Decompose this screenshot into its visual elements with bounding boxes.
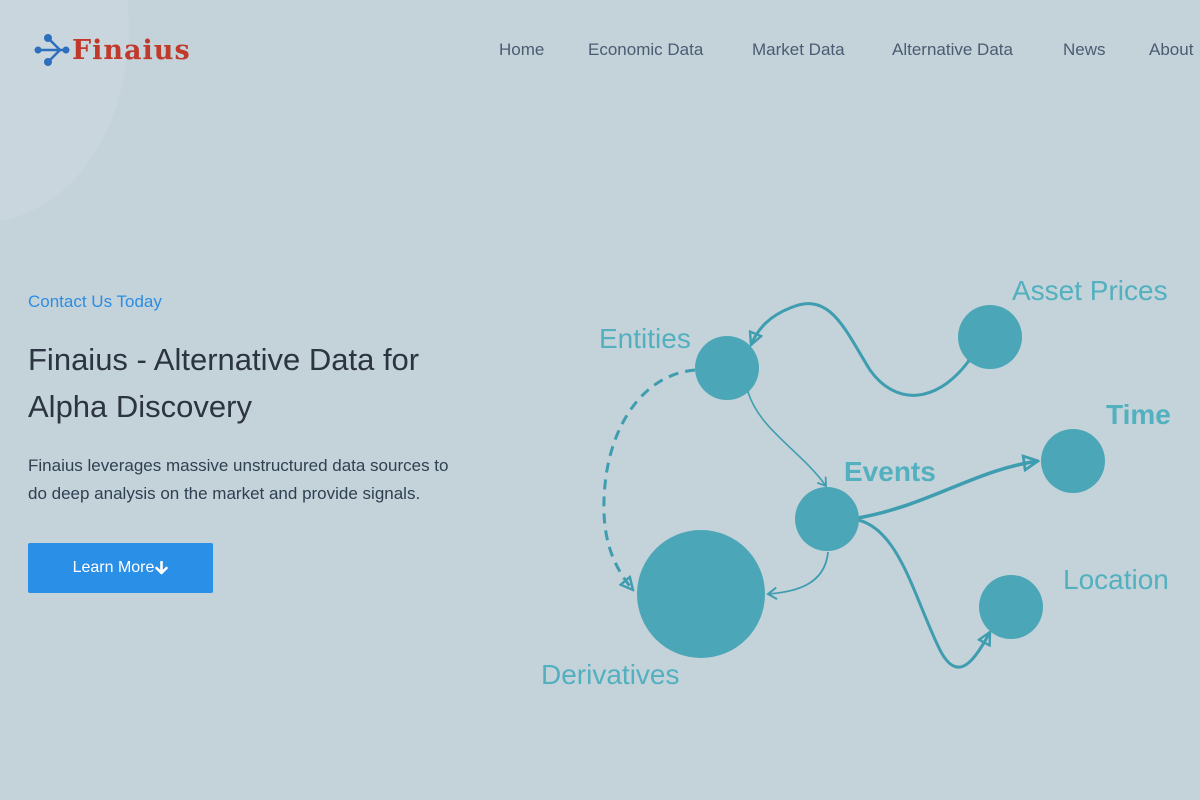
data-graph-diagram: Entities Asset Prices Time Events Locati… (541, 275, 1171, 690)
edge-events-location (857, 518, 992, 669)
label-entities: Entities (599, 323, 691, 354)
node-derivatives (637, 530, 765, 658)
node-time (1041, 429, 1105, 493)
label-asset-prices: Asset Prices (1012, 275, 1168, 306)
label-time: Time (1106, 399, 1171, 430)
label-events: Events (844, 456, 936, 487)
node-entities (695, 336, 759, 400)
edge-asset-prices-entities (751, 302, 968, 397)
node-events (795, 487, 859, 551)
node-location (979, 575, 1043, 639)
label-derivatives: Derivatives (541, 659, 679, 690)
edge-entities-events (740, 382, 827, 488)
edge-events-derivatives (766, 551, 829, 600)
label-location: Location (1063, 564, 1169, 595)
node-asset-prices (958, 305, 1022, 369)
